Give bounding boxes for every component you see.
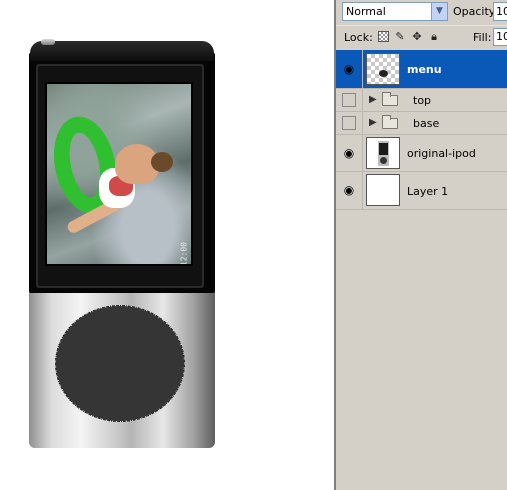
- photo-hair: [151, 152, 173, 172]
- layer-name: Layer 1: [407, 185, 449, 198]
- ipod-top-cap: [30, 41, 214, 61]
- document-canvas[interactable]: 0:12:00: [0, 0, 334, 490]
- move-icon[interactable]: ✥: [411, 31, 423, 43]
- brush-icon[interactable]: ✎: [394, 31, 406, 43]
- folder-icon: [382, 115, 398, 129]
- layer-divider: [362, 172, 363, 209]
- layer-row-top[interactable]: ▶ top: [336, 89, 507, 112]
- layers-panel: Normal ▼ Opacity: 100% Lock: ✎ ✥ 🔒︎ Fill…: [334, 0, 507, 490]
- folder-icon: [382, 92, 398, 106]
- visibility-toggle[interactable]: [342, 93, 356, 107]
- layer-divider: [362, 112, 363, 134]
- layer-name: menu: [407, 63, 442, 76]
- expand-arrow-icon[interactable]: ▶: [369, 117, 377, 128]
- blend-mode-value: Normal: [346, 5, 386, 18]
- layer-row-base[interactable]: ▶ base: [336, 112, 507, 135]
- expand-arrow-icon[interactable]: ▶: [369, 94, 377, 105]
- eye-icon[interactable]: ◉: [340, 144, 358, 162]
- lock-label: Lock:: [344, 31, 373, 44]
- lock-transparency-icon[interactable]: [377, 31, 389, 43]
- layer-thumbnail: [366, 174, 400, 206]
- lock-icon[interactable]: 🔒︎: [428, 31, 440, 43]
- thumbnail-circle: [379, 70, 388, 77]
- ipod-artwork: 0:12:00: [29, 38, 215, 448]
- layer-divider: [362, 135, 363, 171]
- layer-name: top: [413, 94, 432, 107]
- screen-photo: 0:12:00: [47, 84, 191, 264]
- layer-name: base: [413, 117, 440, 130]
- fill-input[interactable]: 100%: [493, 28, 507, 46]
- thumbnail-ipod: [378, 141, 389, 166]
- lock-row: Lock: ✎ ✥ 🔒︎ Fill:: [336, 25, 507, 49]
- ipod-hold-button: [41, 39, 55, 45]
- eye-icon[interactable]: ◉: [340, 60, 358, 78]
- eye-icon[interactable]: ◉: [340, 181, 358, 199]
- menu-circle-selection[interactable]: [55, 305, 185, 422]
- layer-divider: [362, 89, 363, 111]
- layer-row-menu[interactable]: ◉ menu: [336, 50, 507, 89]
- layer-thumbnail: [366, 137, 400, 169]
- layer-divider: [362, 50, 363, 88]
- fill-label: Fill:: [473, 31, 492, 44]
- opacity-input[interactable]: 100%: [493, 2, 507, 21]
- opacity-label: Opacity:: [453, 5, 499, 18]
- photo-timecode: 0:12:00: [180, 242, 189, 264]
- blend-mode-select[interactable]: Normal ▼: [342, 2, 448, 21]
- layer-row-layer-1[interactable]: ◉ Layer 1: [336, 172, 507, 210]
- layer-row-original-ipod[interactable]: ◉ original-ipod: [336, 135, 507, 172]
- visibility-toggle[interactable]: [342, 116, 356, 130]
- chevron-down-icon[interactable]: ▼: [431, 3, 447, 20]
- layer-thumbnail: [366, 53, 400, 85]
- blend-row: Normal ▼ Opacity: 100%: [336, 0, 507, 24]
- layer-name: original-ipod: [407, 147, 476, 160]
